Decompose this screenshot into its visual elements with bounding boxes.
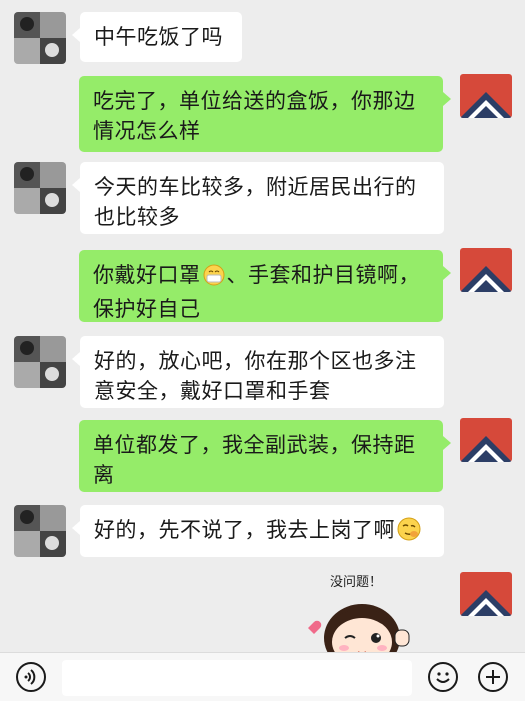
mountain-logo-icon [460, 572, 512, 616]
message-text: 单位都发了，我全副武装，保持距 [93, 433, 416, 457]
message-text: 保护好自己 [93, 297, 201, 321]
mask-face-icon [203, 264, 225, 294]
message-input[interactable] [62, 660, 412, 696]
message-bubble-incoming[interactable]: 中午吃饭了吗 [72, 12, 242, 62]
contact-avatar[interactable] [14, 12, 66, 64]
avatar-photo-icon [14, 336, 66, 388]
my-avatar[interactable] [460, 74, 512, 118]
more-options-button[interactable] [478, 662, 508, 692]
plus-icon [486, 670, 500, 684]
mountain-logo-icon [460, 74, 512, 118]
message-text: 情况怎么样 [93, 119, 201, 143]
message-bubble-outgoing[interactable]: 你戴好口罩 、手套和护目镜啊， 保护好自己 [79, 250, 451, 322]
voice-input-button[interactable] [16, 662, 46, 692]
contact-avatar[interactable] [14, 162, 66, 214]
message-bubble-outgoing[interactable]: 吃完了，单位给送的盒饭，你那边 情况怎么样 [79, 76, 451, 152]
my-avatar[interactable] [460, 418, 512, 462]
mountain-logo-icon [460, 418, 512, 462]
smiley-icon [436, 672, 450, 683]
contact-avatar[interactable] [14, 505, 66, 557]
message-text: 中午吃饭了吗 [94, 25, 223, 49]
message-text: 你戴好口罩 [93, 263, 201, 287]
message-text: 今天的车比较多，附近居民出行的 [94, 175, 417, 199]
message-text: 吃完了，单位给送的盒饭，你那边 [93, 89, 416, 113]
my-avatar[interactable] [460, 248, 512, 292]
message-bubble-incoming[interactable]: 今天的车比较多，附近居民出行的 也比较多 [72, 162, 444, 234]
contact-avatar[interactable] [14, 336, 66, 388]
voice-icon [24, 669, 36, 685]
mountain-logo-icon [460, 248, 512, 292]
message-bubble-outgoing[interactable]: 单位都发了，我全副武装，保持距 离 [79, 420, 451, 492]
message-text: 也比较多 [94, 205, 180, 229]
avatar-photo-icon [14, 505, 66, 557]
message-bubble-incoming[interactable]: 好的，先不说了，我去上岗了啊 [72, 505, 444, 557]
message-text: 意安全，戴好口罩和手套 [94, 379, 331, 403]
cartoon-girl-wink-sticker[interactable]: 没问题！ [300, 568, 430, 672]
avatar-photo-icon [14, 12, 66, 64]
input-toolbar [0, 652, 525, 701]
message-text: 离 [93, 463, 115, 487]
smirk-face-icon [397, 517, 421, 549]
avatar-photo-icon [14, 162, 66, 214]
message-bubble-incoming[interactable]: 好的，放心吧，你在那个区也多注 意安全，戴好口罩和手套 [72, 336, 444, 408]
message-text: 好的，放心吧，你在那个区也多注 [94, 349, 417, 373]
my-avatar[interactable] [460, 572, 512, 616]
emoji-button[interactable] [428, 662, 458, 692]
sticker-caption: 没问题！ [330, 575, 382, 590]
message-text: 、手套和护目镜啊， [226, 263, 420, 287]
message-text: 好的，先不说了，我去上岗了啊 [94, 518, 395, 542]
